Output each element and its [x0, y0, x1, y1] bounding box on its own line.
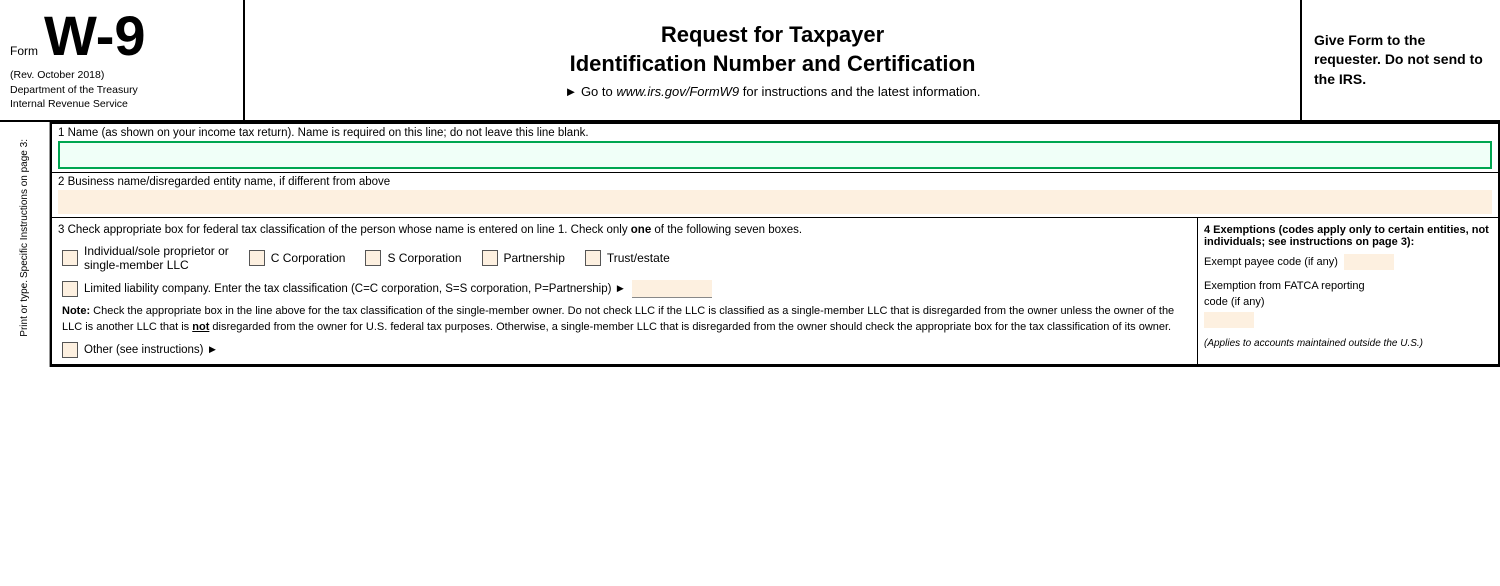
side-label-wrapper: Specific Instructions on page 3: Print o… [0, 122, 50, 367]
main-form-content: 1 Name (as shown on your income tax retu… [50, 122, 1500, 367]
header-sub-info: (Rev. October 2018) Department of the Tr… [10, 68, 233, 112]
line3-text-bold: one [631, 224, 651, 236]
checkbox-ccorp: C Corporation [249, 250, 346, 266]
other-row: Other (see instructions) ► [58, 342, 1191, 358]
line3-content: 3 Check appropriate box for federal tax … [52, 218, 1198, 364]
checkbox-scorp-box[interactable] [365, 250, 381, 266]
checkbox-individual-box[interactable] [62, 250, 78, 266]
line1-input[interactable] [58, 141, 1492, 169]
side-text: Specific Instructions on page 3: Print o… [0, 139, 49, 337]
checkbox-scorp: S Corporation [365, 250, 461, 266]
form-header: Form W-9 (Rev. October 2018) Department … [0, 0, 1500, 122]
checkbox-partnership: Partnership [482, 250, 565, 266]
llc-input[interactable] [632, 280, 712, 298]
w9-form: Form W-9 (Rev. October 2018) Department … [0, 0, 1500, 367]
note-body: Check the appropriate box in the line ab… [62, 305, 1174, 333]
line3-header: 3 Check appropriate box for federal tax … [58, 224, 1191, 236]
side-label-print: Print or type. [19, 280, 31, 337]
line2-input[interactable] [58, 190, 1492, 214]
irs-text: Internal Revenue Service [10, 97, 233, 112]
checkbox-partnership-box[interactable] [482, 250, 498, 266]
checkbox-trust-box[interactable] [585, 250, 601, 266]
form-title-row: Form W-9 [10, 8, 233, 64]
header-center: Request for Taxpayer Identification Numb… [245, 0, 1300, 120]
note-bold: Note: [62, 305, 90, 317]
title-line1: Request for Taxpayer [265, 21, 1280, 50]
sub-instruction: ► Go to www.irs.gov/FormW9 for instructi… [265, 84, 1280, 99]
checkbox-ccorp-label: C Corporation [271, 251, 346, 265]
checkbox-other-box[interactable] [62, 342, 78, 358]
exempt-payee-label: Exempt payee code (if any) [1204, 256, 1338, 268]
checkbox-scorp-label: S Corporation [387, 251, 461, 265]
dept-text: Department of the Treasury [10, 83, 233, 98]
main-title: Request for Taxpayer Identification Numb… [265, 21, 1280, 78]
exempt-payee-row: Exempt payee code (if any) [1204, 254, 1492, 270]
line2-section: 2 Business name/disregarded entity name,… [52, 173, 1498, 218]
note-text: Note: Check the appropriate box in the l… [58, 304, 1191, 336]
llc-row: Limited liability company. Enter the tax… [58, 280, 1191, 298]
line3-text-part2: of the following seven boxes. [651, 224, 802, 236]
checkbox-trust: Trust/estate [585, 250, 670, 266]
note-not: not [192, 321, 209, 333]
fatca-input[interactable] [1204, 312, 1254, 328]
fatca-label-line1: Exemption from FATCA reporting [1204, 280, 1492, 292]
checkbox-individual-label: Individual/sole proprietor orsingle-memb… [84, 244, 229, 272]
line1-label: 1 Name (as shown on your income tax retu… [58, 127, 1492, 139]
checkboxes-row: Individual/sole proprietor orsingle-memb… [58, 244, 1191, 272]
exemptions-title: 4 Exemptions (codes apply only to certai… [1204, 224, 1492, 248]
side-label-specific: Specific Instructions on page 3: [19, 139, 31, 278]
form-label: Form [10, 44, 38, 58]
applies-text: (Applies to accounts maintained outside … [1204, 338, 1492, 349]
line3-text-part1: 3 Check appropriate box for federal tax … [58, 224, 631, 236]
other-label: Other (see instructions) ► [84, 344, 218, 356]
line3-4-section: 3 Check appropriate box for federal tax … [52, 218, 1498, 365]
line4-content: 4 Exemptions (codes apply only to certai… [1198, 218, 1498, 364]
line1-section: 1 Name (as shown on your income tax retu… [52, 124, 1498, 173]
w9-title: W-9 [44, 8, 146, 64]
header-left: Form W-9 (Rev. October 2018) Department … [0, 0, 245, 120]
form-body: Specific Instructions on page 3: Print o… [0, 122, 1500, 367]
rev-text: (Rev. October 2018) [10, 68, 233, 83]
fatca-label-line2: code (if any) [1204, 296, 1492, 328]
checkbox-partnership-label: Partnership [504, 251, 565, 265]
checkbox-individual: Individual/sole proprietor orsingle-memb… [62, 244, 229, 272]
checkbox-ccorp-box[interactable] [249, 250, 265, 266]
title-line2: Identification Number and Certification [265, 50, 1280, 79]
exempt-payee-input[interactable] [1344, 254, 1394, 270]
checkbox-llc-box[interactable] [62, 281, 78, 297]
checkbox-trust-label: Trust/estate [607, 251, 670, 265]
line2-label: 2 Business name/disregarded entity name,… [58, 176, 1492, 188]
llc-label: Limited liability company. Enter the tax… [84, 283, 626, 295]
header-right: Give Form to the requester. Do not send … [1300, 0, 1500, 120]
give-form-text: Give Form to the requester. Do not send … [1314, 31, 1488, 90]
